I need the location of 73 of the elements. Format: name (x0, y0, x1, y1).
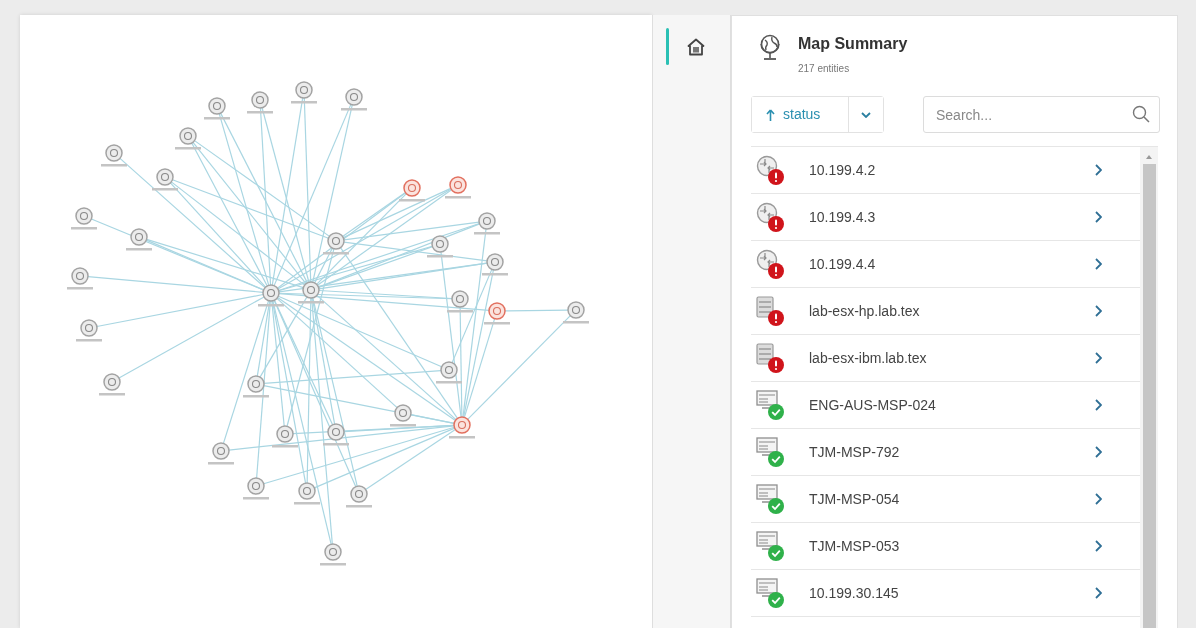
map-node[interactable] (484, 302, 510, 325)
map-node[interactable] (449, 416, 475, 439)
computer-icon (756, 437, 778, 457)
search-icon (1132, 105, 1150, 123)
map-node[interactable] (204, 97, 230, 120)
map-node[interactable] (563, 301, 589, 324)
chevron-right-icon (1095, 211, 1103, 223)
map-node[interactable] (474, 212, 500, 235)
scrollbar-track[interactable] (1140, 147, 1158, 628)
panel-title: Map Summary (798, 34, 908, 54)
computer-icon (756, 531, 778, 551)
map-node[interactable] (101, 144, 127, 167)
map-node[interactable] (291, 81, 317, 104)
connection-line (504, 309, 569, 312)
map-node[interactable] (71, 207, 97, 230)
chevron-right-icon (1095, 446, 1103, 458)
map-node[interactable] (323, 232, 349, 255)
chevron-right-icon (1095, 352, 1103, 364)
map-node[interactable] (99, 373, 125, 396)
map-node[interactable] (447, 290, 473, 313)
server-icon (756, 343, 776, 365)
map-node[interactable] (175, 127, 201, 150)
computer-icon (756, 484, 778, 504)
map-node[interactable] (152, 168, 178, 191)
map-node[interactable] (247, 91, 273, 114)
map-node[interactable] (482, 253, 508, 276)
map-node[interactable] (208, 442, 234, 465)
map-node[interactable] (294, 482, 320, 505)
map-node[interactable] (126, 228, 152, 251)
chevron-right-icon (1095, 587, 1103, 599)
scrollbar-thumb[interactable] (1142, 164, 1156, 628)
entity-name: 10.199.4.3 (809, 207, 877, 227)
entity-name: TJM-MSP-792 (809, 442, 901, 462)
chevron-right-icon (1095, 493, 1103, 505)
entity-name: TJM-MSP-054 (809, 489, 901, 509)
map-node[interactable] (445, 176, 471, 199)
globe-stand-icon (758, 33, 782, 61)
map-node[interactable] (320, 543, 346, 566)
entity-name: 10.199.4.4 (809, 254, 877, 274)
map-node[interactable] (399, 179, 425, 202)
entity-name: 10.199.30.145 (809, 583, 900, 603)
entity-name: lab-esx-ibm.lab.tex (809, 348, 928, 368)
map-node[interactable] (427, 235, 453, 258)
entity-count: 217 entities (798, 62, 851, 76)
map-node[interactable] (76, 319, 102, 342)
chevron-right-icon (1095, 305, 1103, 317)
entity-name: ENG-AUS-MSP-024 (809, 395, 937, 415)
chevron-right-icon (1095, 399, 1103, 411)
map-node[interactable] (67, 267, 93, 290)
chevron-right-icon (1095, 540, 1103, 552)
entity-name: TJM-MSP-053 (809, 536, 901, 556)
entity-name: 10.199.4.2 (809, 160, 877, 180)
map-node[interactable] (346, 485, 372, 508)
chevron-right-icon (1095, 258, 1103, 270)
computer-icon (756, 578, 778, 598)
home-icon (687, 37, 705, 56)
map-node[interactable] (390, 404, 416, 427)
chevron-right-icon (1095, 164, 1103, 176)
chevron-down-icon (861, 111, 871, 118)
sort-button[interactable]: status (752, 97, 849, 132)
entity-name: lab-esx-hp.lab.tex (809, 301, 921, 321)
server-icon (756, 296, 776, 318)
map-node[interactable] (341, 88, 367, 111)
map-node[interactable] (436, 361, 462, 384)
search-field[interactable]: Search... (923, 96, 1160, 133)
map-node[interactable] (258, 284, 284, 307)
map-node[interactable] (323, 423, 349, 446)
scroll-up-icon[interactable] (1146, 155, 1152, 159)
computer-icon (756, 390, 778, 410)
map-node[interactable] (243, 375, 269, 398)
map-node[interactable] (243, 477, 269, 500)
map-node[interactable] (298, 281, 324, 304)
map-node[interactable] (272, 425, 298, 448)
